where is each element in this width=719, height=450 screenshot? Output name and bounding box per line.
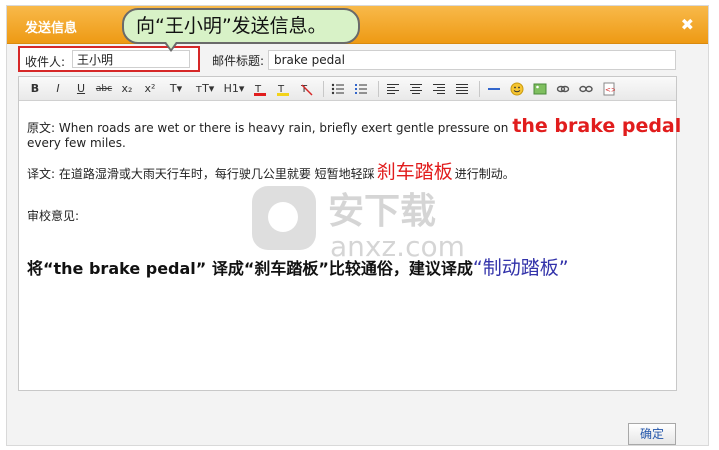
source-text-line: 原文: When roads are wet or there is heavy… xyxy=(27,115,681,137)
unordered-list-icon[interactable] xyxy=(328,80,348,98)
emoticon-icon[interactable] xyxy=(507,80,527,98)
toolbar-separator xyxy=(378,80,379,97)
italic-button[interactable]: I xyxy=(48,80,68,98)
annotation-callout: 向“王小明”发送信息。 xyxy=(122,8,360,44)
text-color-icon[interactable]: T xyxy=(250,80,270,98)
strikethrough-button[interactable]: abc xyxy=(94,80,114,98)
align-right-icon[interactable] xyxy=(429,80,449,98)
clear-format-icon[interactable]: T xyxy=(296,80,316,98)
subject-label: 邮件标题: xyxy=(212,54,265,68)
confirm-button[interactable]: 确定 xyxy=(628,423,676,445)
toolbar-separator xyxy=(479,80,480,97)
underline-button[interactable]: U xyxy=(71,80,91,98)
source-text-continuation: every few miles. xyxy=(27,136,126,150)
subscript-button[interactable]: x₂ xyxy=(117,80,137,98)
superscript-button[interactable]: x² xyxy=(140,80,160,98)
recipient-label: 收件人: xyxy=(25,55,66,69)
image-icon[interactable] xyxy=(530,80,550,98)
review-label: 审校意见: xyxy=(27,209,80,223)
font-size-dropdown[interactable]: тT▾ xyxy=(192,80,218,98)
bold-button[interactable]: B xyxy=(25,80,45,98)
align-center-icon[interactable] xyxy=(406,80,426,98)
dialog-title: 发送信息 xyxy=(25,21,78,36)
align-left-icon[interactable] xyxy=(383,80,403,98)
source-highlight: the brake pedal xyxy=(512,115,682,137)
editor-toolbar: B I U abc x₂ x² T▾ тT▾ H1▾ T T T <> xyxy=(19,77,676,101)
ordered-list-icon[interactable] xyxy=(351,80,371,98)
review-suggestion: “制动踏板” xyxy=(472,257,569,279)
shield-logo-icon xyxy=(252,186,316,250)
recipient-input[interactable] xyxy=(72,50,190,68)
toolbar-separator xyxy=(323,80,324,97)
source-code-icon[interactable]: <> xyxy=(599,80,619,98)
horizontal-rule-icon[interactable] xyxy=(484,80,504,98)
highlight-color-icon[interactable]: T xyxy=(273,80,293,98)
link-icon[interactable] xyxy=(553,80,573,98)
heading-dropdown[interactable]: H1▾ xyxy=(221,80,247,98)
subject-input[interactable] xyxy=(268,50,676,70)
watermark-title: 安下载 xyxy=(328,191,437,232)
font-family-dropdown[interactable]: T▾ xyxy=(163,80,189,98)
callout-tail-inner xyxy=(164,39,178,49)
close-icon[interactable]: ✖ xyxy=(681,15,694,34)
site-watermark: 安下载 anxz.com xyxy=(252,178,472,270)
watermark-url: anxz.com xyxy=(330,230,465,263)
source-text: 原文: When roads are wet or there is heavy… xyxy=(27,121,509,135)
svg-text:<>: <> xyxy=(605,86,615,94)
unlink-icon[interactable] xyxy=(576,80,596,98)
align-justify-icon[interactable] xyxy=(452,80,472,98)
